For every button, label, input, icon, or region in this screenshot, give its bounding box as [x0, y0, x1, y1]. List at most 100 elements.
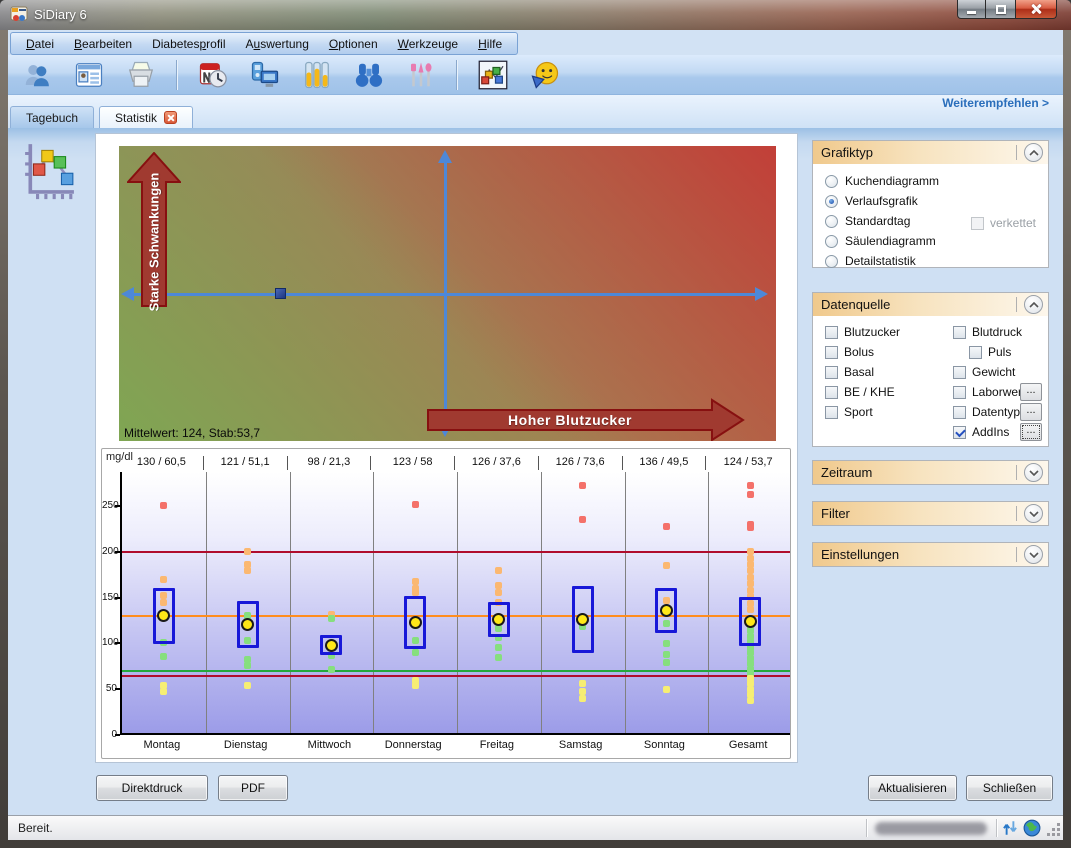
expand-button[interactable] [1024, 463, 1043, 482]
minimize-button[interactable] [957, 0, 986, 19]
tab-statistik[interactable]: Statistik [99, 106, 193, 128]
data-point [495, 567, 502, 574]
statistics-icon[interactable] [476, 58, 509, 91]
datasource-option-be / khe[interactable]: BE / KHE [825, 382, 895, 402]
expand-button[interactable] [1024, 545, 1043, 564]
datasource-option-puls[interactable]: Puls [969, 342, 1011, 362]
data-point [663, 523, 670, 530]
datasource-option-blutdruck[interactable]: Blutdruck [953, 322, 1022, 342]
column-header: 126 / 37,6 [455, 456, 539, 470]
datasource-option-bolus[interactable]: Bolus [825, 342, 874, 362]
menu-item-optionen[interactable]: Optionen [320, 35, 387, 53]
datasource-option-gewicht[interactable]: Gewicht [953, 362, 1015, 382]
refresh-button[interactable]: Aktualisieren [868, 775, 957, 801]
menu-item-auswertung[interactable]: Auswertung [237, 35, 318, 53]
menu-item-datei[interactable]: Datei [17, 35, 63, 53]
panel-header[interactable]: Zeitraum [813, 461, 1048, 484]
radio-icon [825, 255, 838, 268]
data-point [160, 576, 167, 583]
calendar-icon[interactable] [196, 58, 229, 91]
datasource-option-blutzucker[interactable]: Blutzucker [825, 322, 900, 342]
maximize-button[interactable] [986, 0, 1015, 19]
tab-close-icon[interactable] [164, 111, 177, 124]
column-separator [541, 472, 542, 733]
tab-tagebuch[interactable]: Tagebuch [10, 106, 94, 128]
datasource-option-addins[interactable]: AddIns [953, 422, 1009, 442]
data-point [747, 524, 754, 531]
nutrition-icon[interactable] [404, 58, 437, 91]
sync-icon[interactable] [1001, 819, 1019, 837]
panel-header[interactable]: Einstellungen [813, 543, 1048, 566]
datasource-option-basal[interactable]: Basal [825, 362, 874, 382]
recommend-link[interactable]: Weiterempfehlen > [942, 96, 1049, 110]
graphtype-option-detailstatistik[interactable]: Detailstatistik [825, 251, 1048, 271]
patient-profile-icon[interactable] [20, 58, 53, 91]
column-header: 121 / 51,1 [204, 456, 288, 470]
column-separator [290, 472, 291, 733]
status-bar: Bereit. [8, 815, 1063, 840]
column-header: 130 / 60,5 [120, 456, 204, 470]
chevron-down-icon [1029, 552, 1039, 558]
plot-area [120, 472, 790, 735]
mean-marker [409, 616, 422, 629]
menu-item-hilfe[interactable]: Hilfe [469, 35, 511, 53]
day-label: Donnerstag [371, 739, 455, 751]
day-label: Mittwoch [288, 739, 372, 751]
data-point [747, 482, 754, 489]
more-button-addins[interactable]: ... [1020, 423, 1042, 441]
chevron-up-icon [1029, 302, 1039, 308]
stability-summary: Mittelwert: 124, Stab:53,7 [124, 426, 260, 440]
resize-grip[interactable] [1045, 821, 1062, 838]
graphtype-option-kuchendiagramm[interactable]: Kuchendiagramm [825, 171, 1048, 191]
pdf-button[interactable]: PDF [218, 775, 288, 801]
app-area: DateiBearbeitenDiabetesprofilAuswertungO… [8, 30, 1063, 840]
panel-header[interactable]: Datenquelle [813, 293, 1048, 316]
more-button-datentypen[interactable]: ... [1020, 403, 1042, 421]
print-icon[interactable] [124, 58, 157, 91]
option-label: Sport [844, 405, 873, 419]
more-button-laborwerte[interactable]: ... [1020, 383, 1042, 401]
direct-print-button[interactable]: Direktdruck [96, 775, 208, 801]
graphtype-option-verlaufsgrafik[interactable]: Verlaufsgrafik [825, 191, 1048, 211]
sidebar: Grafiktyp KuchendiagrammVerlaufsgrafikSt… [812, 140, 1049, 590]
feedback-icon[interactable] [528, 58, 561, 91]
menu-item-bearbeiten[interactable]: Bearbeiten [65, 35, 141, 53]
menu-item-diabetesprofil[interactable]: Diabetesprofil [143, 35, 234, 53]
panel-einstellungen: Einstellungen [812, 542, 1049, 567]
checkbox-icon [953, 426, 966, 439]
data-point [663, 659, 670, 666]
panel-header[interactable]: Grafiktyp [813, 141, 1048, 164]
header-separator [1016, 297, 1017, 312]
search-icon[interactable] [352, 58, 385, 91]
high-glucose-arrow: Hoher Blutzucker [427, 398, 745, 441]
close-button[interactable] [1015, 0, 1057, 19]
globe-icon[interactable] [1023, 819, 1041, 837]
data-point [412, 649, 419, 656]
panel-title: Filter [821, 506, 850, 521]
collapse-button[interactable] [1024, 295, 1043, 314]
close-view-button[interactable]: Schließen [966, 775, 1053, 801]
datasource-option-sport[interactable]: Sport [825, 402, 873, 422]
day-label: Samstag [539, 739, 623, 751]
option-label: Blutdruck [972, 325, 1022, 339]
option-label: Gewicht [972, 365, 1015, 379]
lab-values-icon[interactable] [300, 58, 333, 91]
data-point [579, 680, 586, 687]
reference-line [122, 551, 790, 553]
profile-card-icon[interactable] [72, 58, 105, 91]
window-title: SiDiary 6 [34, 7, 87, 22]
collapse-button[interactable] [1024, 143, 1043, 162]
y-tick-mark [115, 642, 120, 644]
expand-button[interactable] [1024, 504, 1043, 523]
y-tick-mark [115, 597, 120, 599]
graphtype-option-säulendiagramm[interactable]: Säulendiagramm [825, 231, 1048, 251]
data-point [160, 653, 167, 660]
data-point [244, 548, 251, 555]
menu-item-werkzeuge[interactable]: Werkzeuge [389, 35, 467, 53]
radio-icon [825, 215, 838, 228]
option-label: Kuchendiagramm [845, 174, 939, 188]
checkbox-icon[interactable] [971, 217, 984, 230]
panel-header[interactable]: Filter [813, 502, 1048, 525]
tab-row: TagebuchStatistik [10, 106, 193, 128]
device-sync-icon[interactable] [248, 58, 281, 91]
